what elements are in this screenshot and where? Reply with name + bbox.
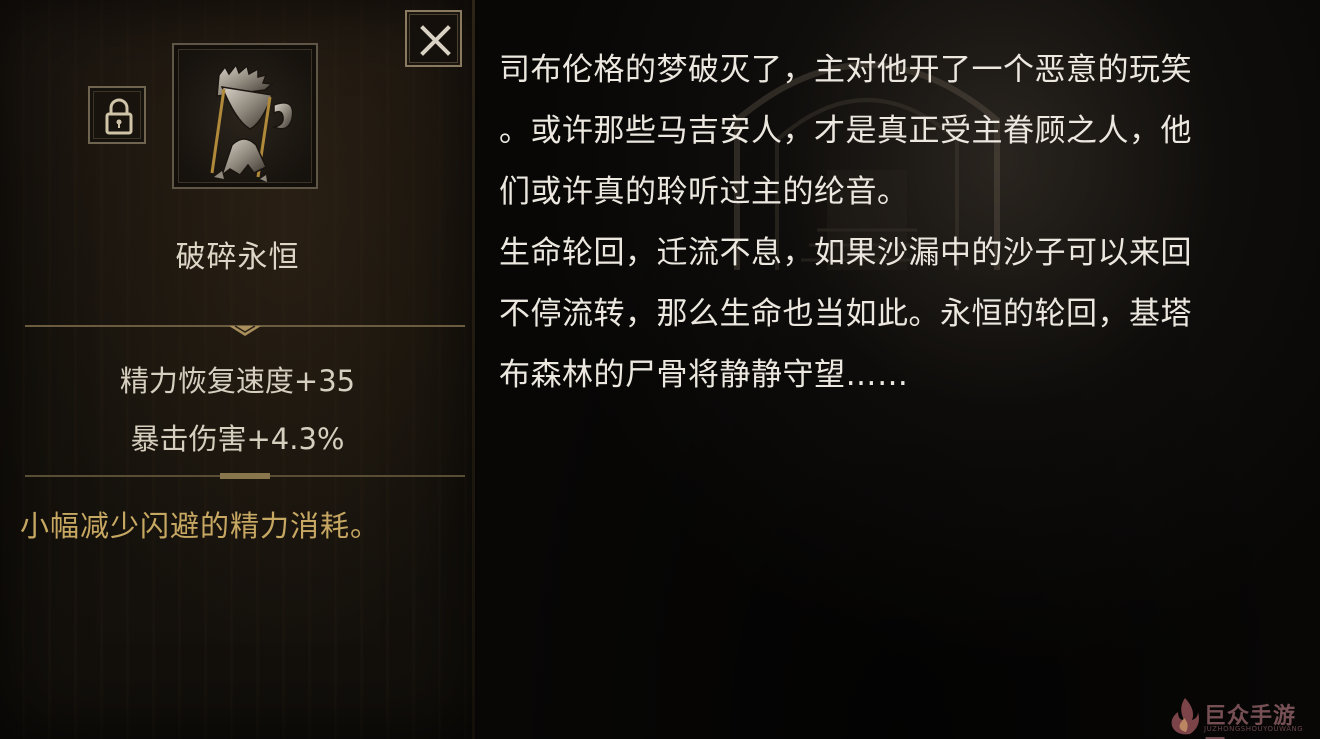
lore-line: 司布伦格的梦破灭了，主对他开了一个恶意的玩笑 xyxy=(499,52,1192,88)
lore-panel: 司布伦格的梦破灭了，主对他开了一个恶意的玩笑 。或许那些马吉安人，才是真正受主眷… xyxy=(477,0,1320,739)
lock-toggle-button[interactable] xyxy=(88,86,146,144)
item-name: 破碎永恒 xyxy=(175,240,300,275)
close-button[interactable] xyxy=(405,10,462,67)
site-watermark: 巨众手游网 JUZHONGSHOUYOUWANG xyxy=(1168,696,1316,739)
stat-stamina-recovery: 精力恢复速度+35 xyxy=(119,364,356,398)
close-icon xyxy=(420,25,451,56)
divider-top xyxy=(25,318,465,336)
item-detail-screen: 破碎永恒 精力恢复速度+35 暴击伤害+4.3% 小幅减少闪避的精力消耗。 司布… xyxy=(0,0,1320,739)
lore-line: 们或许真的聆听过主的纶音。 xyxy=(499,174,909,210)
divider-bottom xyxy=(25,468,465,484)
flame-logo-icon xyxy=(1171,698,1199,735)
watermark-subtext: JUZHONGSHOUYOUWANG xyxy=(1204,725,1304,733)
item-effect: 小幅减少闪避的精力消耗。 xyxy=(20,509,381,543)
lore-text: 司布伦格的梦破灭了，主对他开了一个恶意的玩笑 。或许那些马吉安人，才是真正受主眷… xyxy=(499,40,1299,406)
item-card: 破碎永恒 精力恢复速度+35 暴击伤害+4.3% 小幅减少闪避的精力消耗。 xyxy=(0,0,475,739)
lock-icon xyxy=(105,98,133,135)
lore-line: 生命轮回，迁流不息，如果沙漏中的沙子可以来回 xyxy=(499,235,1192,271)
lore-line: 布森林的尸骨将静静守望…… xyxy=(499,357,909,393)
lore-line: 不停流转，那么生命也当如此。永恒的轮回，基塔 xyxy=(499,296,1192,332)
lore-line: 。或许那些马吉安人，才是真正受主眷顾之人，他 xyxy=(499,113,1192,149)
stat-crit-damage: 暴击伤害+4.3% xyxy=(130,422,345,456)
item-image-frame xyxy=(172,43,318,189)
broken-hourglass-icon xyxy=(210,63,294,182)
